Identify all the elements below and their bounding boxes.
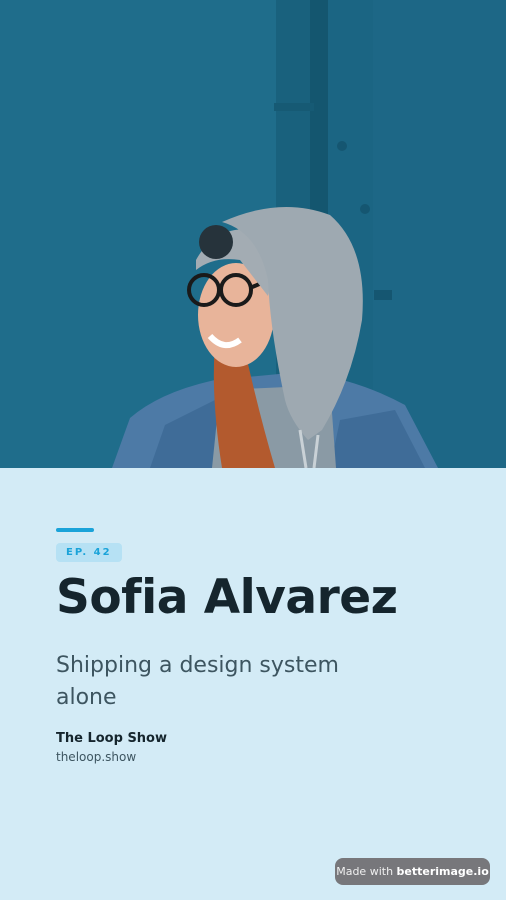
accent-bar [56, 528, 94, 532]
portrait-illustration [0, 0, 506, 468]
podcast-card: EP. 42 Sofia Alvarez Shipping a design s… [0, 0, 506, 900]
episode-badge: EP. 42 [56, 543, 122, 562]
show-url[interactable]: theloop.show [56, 750, 136, 764]
guest-photo [0, 0, 506, 468]
watermark-badge[interactable]: Made with betterimage.io [335, 858, 490, 885]
guest-name: Sofia Alvarez [56, 570, 398, 625]
show-name: The Loop Show [56, 731, 168, 746]
watermark-brand: betterimage.io [396, 865, 489, 878]
watermark-prefix: Made with [336, 865, 397, 878]
episode-title: Shipping a design system alone [56, 653, 339, 710]
